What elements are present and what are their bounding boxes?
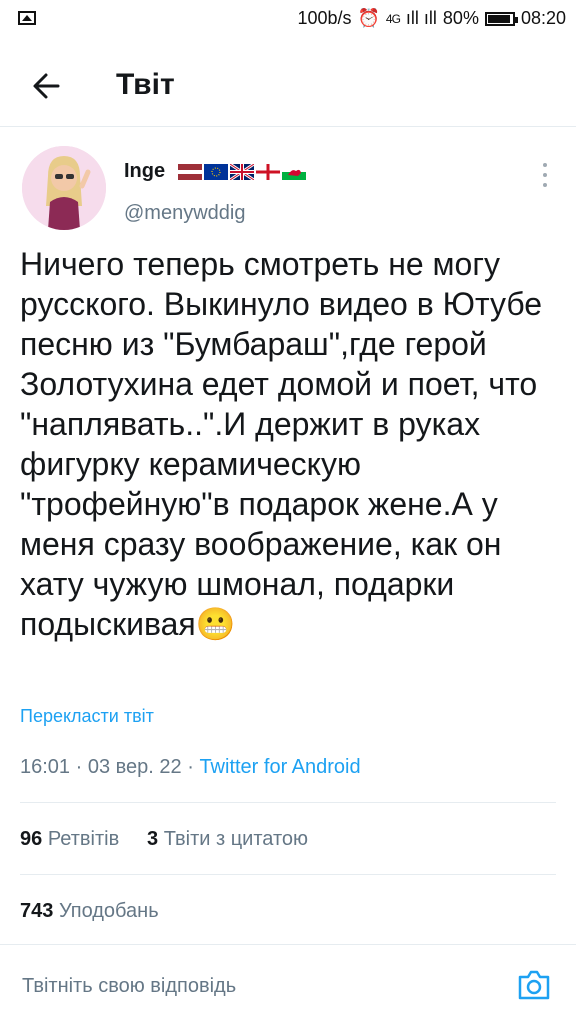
tweet-text: Ничего теперь смотреть не могу русского.… [20,244,560,644]
display-name[interactable]: Inge [124,160,165,183]
england-flag-icon [256,164,280,180]
user-handle[interactable]: @menywddig [124,202,245,225]
grimacing-emoji: 😬 [195,606,236,642]
eu-flag-icon [204,164,228,180]
retweets-stat[interactable]: 96 Ретвітів [20,828,119,850]
back-arrow-icon[interactable] [28,66,68,106]
network-speed: 100b/s [297,8,352,28]
tweet-date: 03 вер. 22 [87,756,182,778]
alarm-icon: ⏰ [357,8,380,28]
divider [20,802,556,803]
tweet-source-link[interactable]: Twitter for Android [199,756,360,778]
quotes-count: 3 [147,828,159,850]
more-options-icon[interactable] [540,160,550,190]
battery-percent: 80% [442,8,479,28]
gallery-icon [18,11,36,25]
uk-flag-icon [230,164,254,180]
battery-icon [484,11,518,26]
status-indicators: 100b/s ⏰ 4G ıll ıll 80% 08:20 [297,8,566,29]
status-bar: 100b/s ⏰ 4G ıll ıll 80% 08:20 [0,0,576,40]
retweets-count: 96 [20,828,43,850]
retweets-label: Ретвітів [47,828,120,850]
wales-flag-icon [282,164,306,180]
name-flags [178,164,306,180]
clock: 08:20 [520,8,566,28]
latvia-flag-icon [178,164,202,180]
quotes-label: Твіти з цитатою [163,828,309,850]
camera-icon[interactable] [514,965,554,1005]
translate-tweet-link[interactable]: Перекласти твіт [20,706,154,727]
tweet-body: Ничего теперь смотреть не могу русского.… [20,246,543,642]
likes-count: 743 [20,900,54,922]
avatar-illustration-icon [22,146,106,230]
reply-composer[interactable]: Твітніть свою відповідь [0,944,576,1025]
tweet-meta: 16:01 · 03 вер. 22 · Twitter for Android [20,756,361,778]
top-app-bar: Твіт [0,48,576,127]
page-title: Твіт [116,68,175,101]
signal-icon: ıll ıll [405,8,437,28]
divider [20,874,556,875]
tweet-time: 16:01 [20,756,71,778]
retweet-quote-stats: 96 Ретвітів 3 Твіти з цитатою [20,828,308,851]
likes-stat[interactable]: 743 Уподобань [20,900,159,923]
quotes-stat[interactable]: 3 Твіти з цитатою [147,828,308,850]
avatar[interactable] [22,146,106,230]
reply-input[interactable]: Твітніть свою відповідь [22,975,236,998]
likes-label: Уподобань [58,900,159,922]
network-type: 4G [385,11,401,26]
